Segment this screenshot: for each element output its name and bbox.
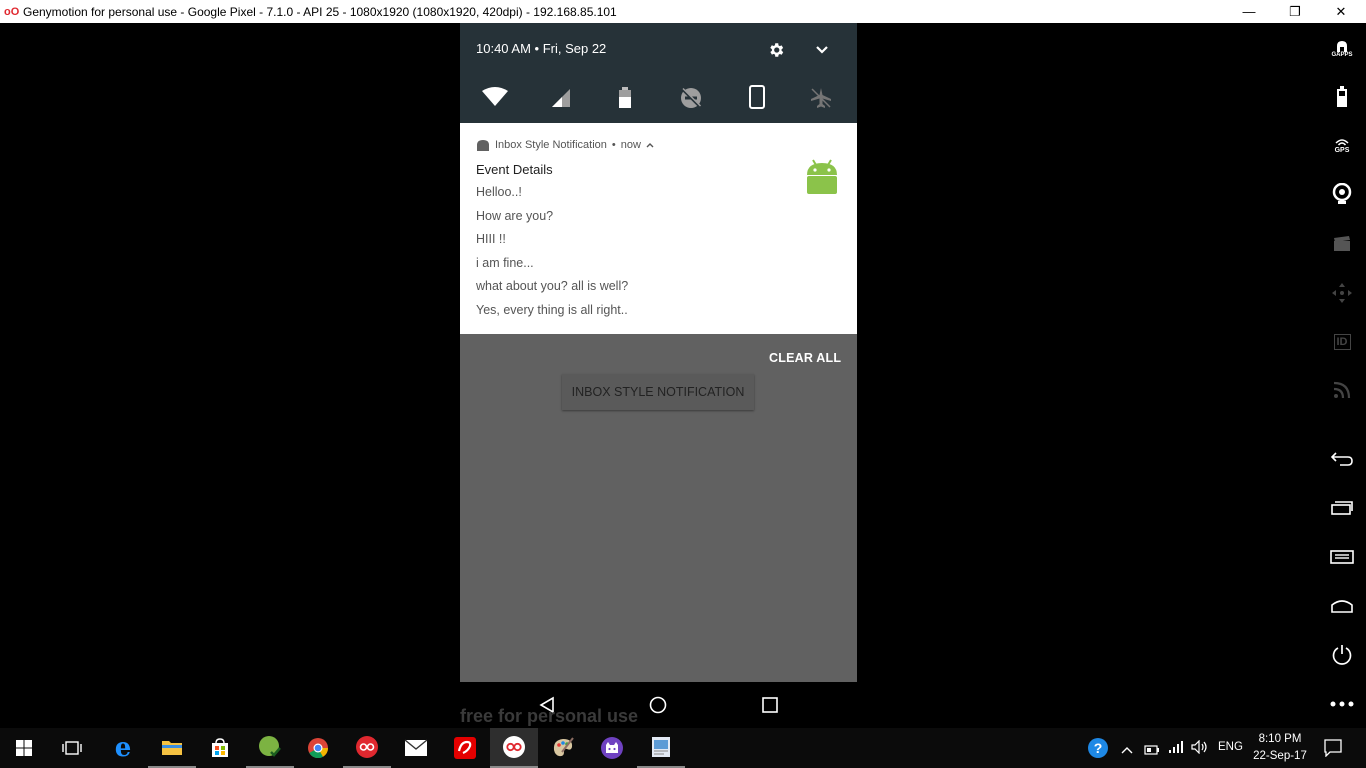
chevron-down-icon[interactable] (808, 36, 836, 64)
genymotion-shell-icon[interactable] (343, 728, 391, 768)
watermark-text: free for personal use (460, 706, 639, 726)
photos-icon[interactable] (637, 728, 685, 768)
action-center-icon[interactable] (1324, 739, 1342, 762)
back-icon[interactable] (1328, 445, 1356, 473)
chrome-icon[interactable] (294, 728, 342, 768)
window-title: Genymotion for personal use - Google Pix… (23, 4, 617, 19)
recent-apps-icon[interactable] (1328, 494, 1356, 522)
android-robot-icon (807, 159, 837, 194)
network-icon[interactable] (1328, 376, 1356, 404)
wifi-icon[interactable] (481, 83, 509, 111)
task-view-icon[interactable] (48, 728, 96, 768)
airtel-icon[interactable] (441, 728, 489, 768)
gps-icon[interactable]: GPS (1328, 132, 1356, 160)
id-label: ID (1333, 334, 1351, 350)
more-icon[interactable] (1328, 690, 1356, 718)
notification-header: Inbox Style Notification • now (476, 139, 654, 151)
gps-label: GPS (1334, 147, 1350, 154)
store-icon[interactable] (196, 728, 244, 768)
windows-taskbar: e ? ENG 8:10 PM 22-Sep-17 (0, 728, 1366, 768)
battery-icon[interactable] (1328, 83, 1356, 111)
battery-status-icon[interactable] (1144, 742, 1160, 760)
battery-icon[interactable] (611, 84, 639, 112)
notification-line: i am fine... (476, 256, 534, 270)
notification-line: How are you? (476, 209, 554, 223)
home-icon[interactable] (649, 696, 667, 719)
menu-icon[interactable] (1328, 543, 1356, 571)
remote-control-icon[interactable] (1328, 279, 1356, 307)
inbox-style-notification-button[interactable]: INBOX STYLE NOTIFICATION (562, 374, 754, 410)
github-icon[interactable] (588, 728, 636, 768)
maximize-button[interactable]: ❐ (1272, 0, 1318, 23)
screen-capture-icon[interactable] (1328, 230, 1356, 258)
greenshot-icon[interactable] (246, 728, 294, 768)
gapps-icon[interactable]: GAPPS (1328, 35, 1356, 63)
device-screen[interactable]: 10:40 AM • Fri, Sep 22 Inbox Style Notif… (460, 23, 857, 682)
app-small-icon (477, 140, 489, 151)
home-icon[interactable] (1328, 592, 1356, 620)
header-separator: • (611, 139, 616, 151)
window-titlebar: oO Genymotion for personal use - Google … (0, 0, 1366, 23)
genymotion-sidebar: GAPPS GPS ID (1318, 23, 1366, 723)
do-not-disturb-off-icon[interactable] (677, 84, 705, 112)
recents-icon[interactable] (762, 697, 778, 718)
chevron-up-icon[interactable] (1121, 742, 1133, 760)
mail-icon[interactable] (392, 728, 440, 768)
genymotion-icon[interactable] (490, 728, 538, 768)
quick-settings-panel: 10:40 AM • Fri, Sep 22 (460, 23, 857, 123)
genymotion-logo-icon: oO (4, 5, 20, 18)
webcam-icon[interactable] (1328, 180, 1356, 208)
clock-date: 22-Sep-17 (1253, 750, 1307, 762)
gear-icon[interactable] (762, 36, 790, 64)
notification-line: Helloo..! (476, 185, 522, 199)
gapps-label: GAPPS (1331, 52, 1353, 58)
power-icon[interactable] (1328, 641, 1356, 669)
notification-line: what about you? all is well? (476, 279, 629, 293)
status-time-date: 10:40 AM • Fri, Sep 22 (476, 41, 607, 56)
edge-icon[interactable]: e (99, 728, 147, 768)
minimize-button[interactable]: — (1226, 0, 1272, 23)
notification-line: Yes, every thing is all right.. (476, 303, 628, 317)
cellular-signal-icon[interactable] (547, 84, 575, 112)
identifiers-icon[interactable]: ID (1328, 328, 1356, 356)
notification-line: HIII !! (476, 232, 506, 246)
notification-title: Event Details (476, 162, 553, 177)
paint-icon[interactable] (539, 728, 587, 768)
help-icon[interactable]: ? (1087, 737, 1109, 764)
file-explorer-icon[interactable] (148, 728, 196, 768)
notification-card[interactable]: Inbox Style Notification • now Event Det… (460, 123, 857, 334)
notification-time: now (620, 139, 641, 151)
clock[interactable]: 8:10 PM 22-Sep-17 (1246, 731, 1314, 765)
close-button[interactable]: ✕ (1318, 0, 1364, 23)
notification-app-name: Inbox Style Notification (495, 139, 607, 151)
volume-icon[interactable] (1191, 739, 1209, 759)
language-indicator[interactable]: ENG (1218, 741, 1243, 753)
clock-time: 8:10 PM (1258, 733, 1302, 745)
start-icon[interactable] (0, 728, 48, 768)
clear-all-button[interactable]: CLEAR ALL (769, 351, 841, 365)
chevron-up-icon[interactable] (646, 142, 654, 148)
network-signal-icon[interactable] (1168, 740, 1184, 759)
portrait-rotation-icon[interactable] (743, 83, 771, 111)
svg-text:?: ? (1094, 740, 1103, 756)
airplane-mode-off-icon[interactable] (807, 84, 835, 112)
